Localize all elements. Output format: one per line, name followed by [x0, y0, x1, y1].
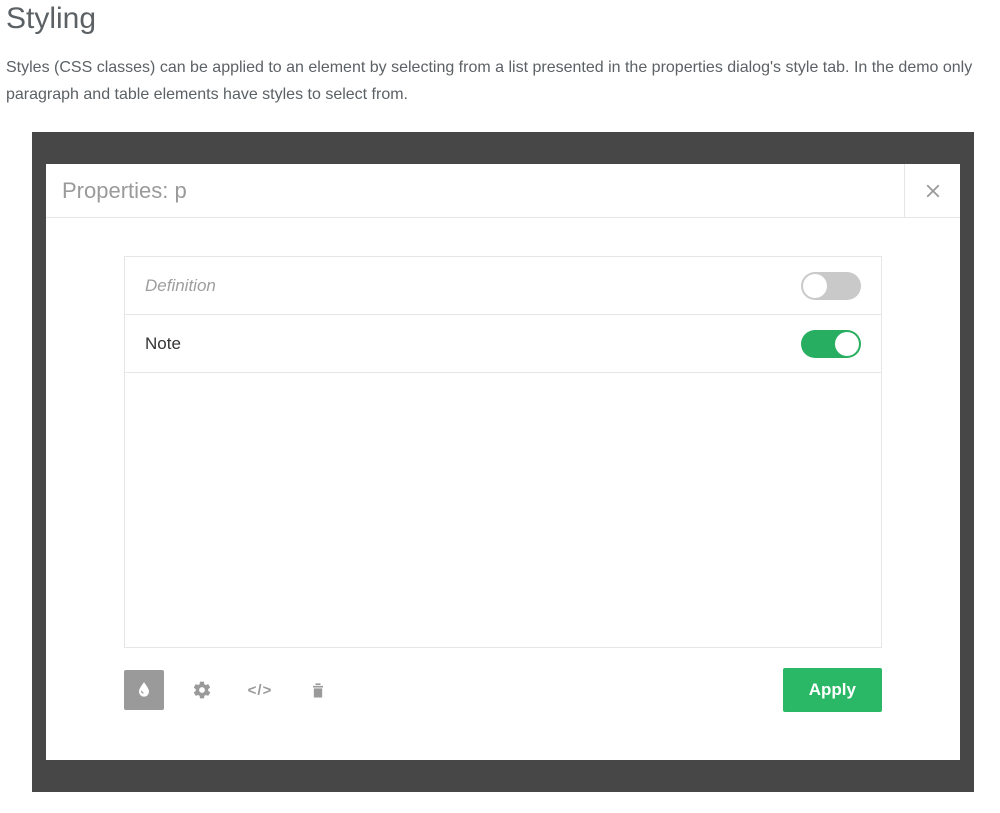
gear-icon: [192, 680, 212, 700]
close-icon: [922, 180, 944, 202]
tab-settings[interactable]: [182, 670, 222, 710]
dialog-header: Properties: p: [46, 164, 960, 218]
apply-button[interactable]: Apply: [783, 668, 882, 712]
dialog-body: Definition Note: [46, 218, 960, 760]
style-toggle-definition[interactable]: [801, 272, 861, 300]
tab-code[interactable]: </>: [240, 670, 280, 710]
droplet-icon: [134, 680, 154, 700]
screenshot-frame: Properties: p Definition Note: [32, 132, 974, 792]
properties-dialog: Properties: p Definition Note: [46, 164, 960, 760]
section-intro: Styles (CSS classes) can be applied to a…: [6, 54, 994, 108]
dialog-footer: </> Apply: [124, 648, 882, 712]
trash-icon: [308, 680, 328, 700]
toggle-knob: [803, 274, 827, 298]
dialog-title: Properties: p: [46, 164, 904, 217]
toggle-knob: [835, 332, 859, 356]
style-toggle-note[interactable]: [801, 330, 861, 358]
section-heading: Styling: [6, 2, 994, 36]
style-row-definition: Definition: [125, 257, 881, 315]
code-icon: </>: [248, 682, 273, 699]
style-label: Note: [145, 334, 181, 354]
tab-delete[interactable]: [298, 670, 338, 710]
tab-styles[interactable]: [124, 670, 164, 710]
style-label: Definition: [145, 276, 216, 296]
style-list: Definition Note: [124, 256, 882, 648]
style-row-note: Note: [125, 315, 881, 373]
close-button[interactable]: [904, 164, 960, 217]
